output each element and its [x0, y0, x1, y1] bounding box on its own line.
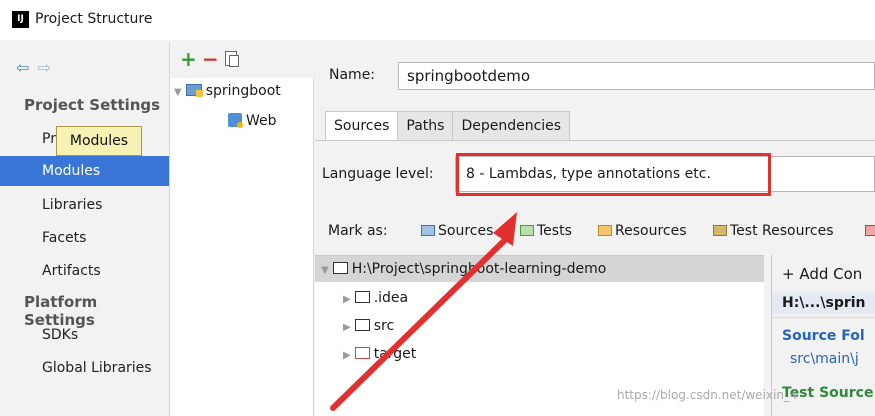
folder-row-idea[interactable]: ▶ .idea	[343, 286, 408, 310]
name-label: Name:	[329, 67, 376, 83]
language-level-label: Language level:	[322, 166, 434, 182]
excluded-folder-icon	[865, 225, 875, 236]
content-root-row[interactable]: ▼ H:\Project\springboot-learning-demo	[315, 256, 764, 282]
source-folders-heading: Source Fol	[782, 328, 865, 344]
module-details-panel: Name: springbootdemo Sources Paths Depen…	[315, 42, 875, 416]
settings-sidebar: ⇦⇨ Project Settings Pr Modules Libraries…	[0, 42, 170, 416]
resources-folder-icon	[598, 225, 612, 236]
tab-divider	[315, 140, 875, 141]
mark-sources-button[interactable]: Sources	[421, 223, 493, 239]
title-bar: IJ Project Structure	[0, 0, 875, 40]
web-facet-label: Web	[246, 113, 277, 129]
tab-dependencies[interactable]: Dependencies	[452, 111, 571, 141]
content-root-path: H:\Project\springboot-learning-demo	[351, 261, 607, 277]
web-facet-icon	[228, 113, 243, 128]
excluded-folder-icon	[354, 347, 370, 359]
sidebar-item-modules[interactable]: Modules	[0, 156, 169, 186]
window-title: Project Structure	[35, 11, 153, 27]
sidebar-item-artifacts[interactable]: Artifacts	[0, 256, 169, 286]
back-arrow-icon[interactable]: ⇦	[16, 58, 37, 77]
copy-module-icon[interactable]	[225, 51, 239, 67]
folder-row-src[interactable]: ▶ src	[343, 314, 394, 338]
expand-arrow-icon[interactable]: ▼	[174, 87, 182, 98]
add-module-icon[interactable]: +	[180, 47, 197, 71]
folder-icon	[332, 262, 348, 274]
module-label: springboot	[205, 83, 281, 99]
sidebar-item-libraries[interactable]: Libraries	[0, 190, 169, 220]
sidebar-item-global-libraries[interactable]: Global Libraries	[0, 353, 169, 383]
modules-tooltip: Modules	[56, 126, 142, 156]
mark-resources-button[interactable]: Resources	[598, 223, 687, 239]
highlight-box	[456, 153, 771, 196]
collapse-arrow-icon[interactable]: ▶	[343, 350, 351, 361]
intellij-logo-icon: IJ	[12, 11, 29, 28]
remove-module-icon[interactable]: −	[202, 47, 219, 71]
tab-sources[interactable]: Sources	[325, 111, 399, 141]
collapse-arrow-icon[interactable]: ▶	[343, 294, 351, 305]
content-root-header: H:\...\sprin	[772, 292, 875, 314]
sidebar-item-facets[interactable]: Facets	[0, 223, 169, 253]
mark-excluded-button[interactable]	[865, 223, 875, 239]
sidebar-item-sdks[interactable]: SDKs	[0, 320, 169, 350]
tree-node-module[interactable]: ▼ springboot	[174, 80, 281, 102]
module-tree-panel: + − ▼ springboot Web	[170, 42, 314, 416]
module-toolbar: + −	[170, 42, 314, 78]
sources-folder-icon	[421, 225, 435, 236]
folder-icon	[354, 291, 370, 303]
module-name-field[interactable]: springbootdemo	[398, 62, 875, 90]
section-project-settings: Project Settings	[24, 96, 161, 114]
test-resources-folder-icon	[713, 225, 727, 236]
expand-arrow-icon[interactable]: ▼	[321, 265, 329, 276]
module-tabs: Sources Paths Dependencies	[325, 111, 571, 141]
tree-node-web-facet[interactable]: Web	[228, 110, 277, 132]
add-content-root-button[interactable]: + Add Con	[782, 265, 862, 283]
mark-as-label: Mark as:	[328, 223, 388, 239]
forward-arrow-icon[interactable]: ⇨	[37, 58, 58, 77]
module-folder-icon	[185, 84, 203, 97]
mark-tests-button[interactable]: Tests	[520, 223, 572, 239]
tests-folder-icon	[520, 225, 534, 236]
watermark: https://blog.csdn.net/weixin_4	[617, 388, 798, 402]
history-nav: ⇦⇨	[16, 58, 59, 77]
tab-paths[interactable]: Paths	[397, 111, 454, 141]
folder-row-target[interactable]: ▶ target	[343, 342, 416, 366]
source-folder-path[interactable]: src\main\j	[790, 351, 859, 367]
folder-icon	[354, 319, 370, 331]
divider	[772, 317, 875, 318]
collapse-arrow-icon[interactable]: ▶	[343, 322, 351, 333]
mark-test-resources-button[interactable]: Test Resources	[713, 223, 834, 239]
